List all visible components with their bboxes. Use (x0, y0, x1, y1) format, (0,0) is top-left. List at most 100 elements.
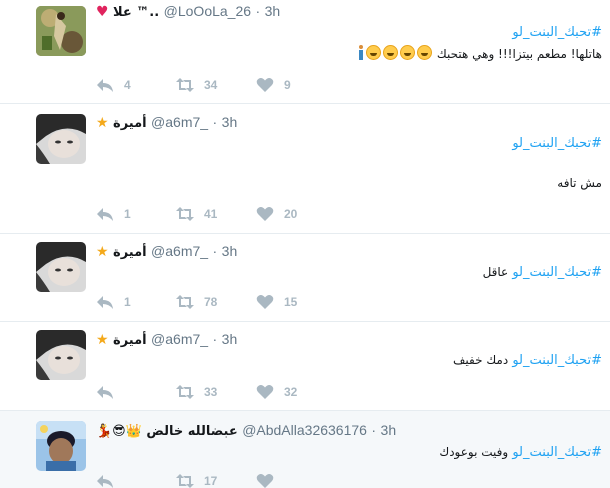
emoji-stickers: 💃😎👑 (96, 424, 142, 439)
reply-button[interactable]: 1 (96, 294, 131, 310)
reply-button[interactable] (96, 473, 124, 488)
laughing-emoji-icon (400, 45, 416, 60)
user-handle[interactable]: @AbdAlla32636176 (242, 422, 367, 438)
avatar-image (36, 421, 86, 471)
tweet-text: مش تافه (557, 176, 602, 190)
avatar[interactable] (36, 6, 86, 56)
retweet-button[interactable]: 78 (176, 294, 217, 310)
tweet-text-content: هاتلها! مطعم بيتزا!!! وهي هتحبك (436, 47, 602, 61)
reply-count: 1 (124, 207, 131, 221)
tweet-text-content: وفيت بوعودك (439, 445, 509, 459)
tweet-time[interactable]: 3h (222, 331, 238, 347)
user-handle[interactable]: @a6m7_ (151, 114, 208, 130)
reply-icon (97, 475, 113, 488)
avatar[interactable] (36, 242, 86, 292)
tweet-actions: 17 (96, 473, 326, 488)
reply-button[interactable] (96, 384, 124, 400)
hashtag-link[interactable]: #تحبك_البنت_لو (512, 265, 602, 280)
separator: · (212, 114, 218, 130)
hashtag-link[interactable]: #تحبك_البنت_لو (512, 136, 602, 151)
tweet-time[interactable]: 3h (222, 114, 238, 130)
walking-person-icon (357, 45, 365, 60)
tweet-text: #تحبك_البنت_لو دمك خفيف (453, 353, 602, 368)
like-count: 32 (284, 385, 298, 399)
retweet-icon (176, 78, 194, 92)
laughing-emoji-icon (366, 45, 382, 60)
heart-icon (256, 385, 274, 399)
tweet-header: ♥ علا ™.. @LoOoLa_26 · 3h (96, 3, 280, 20)
retweet-count: 17 (204, 474, 218, 488)
like-button[interactable]: 20 (256, 206, 297, 222)
tweet-text: #تحبك_البنت_لو وفيت بوعودك (439, 445, 602, 460)
user-name[interactable]: أميرة (113, 245, 147, 260)
like-button[interactable]: 15 (256, 294, 297, 310)
laughing-emoji-icon (417, 45, 433, 60)
user-name[interactable]: أميرة (113, 116, 147, 131)
star-icon: ★ (96, 115, 109, 131)
heart-icon: ♥ (96, 4, 109, 20)
user-handle[interactable]: @a6m7_ (151, 243, 208, 259)
tweet-time[interactable]: 3h (265, 3, 281, 19)
user-name[interactable]: عبضالله خالض (146, 424, 237, 439)
avatar-image (36, 330, 86, 380)
avatar-image (36, 6, 86, 56)
user-handle[interactable]: @a6m7_ (151, 331, 208, 347)
reply-count: 1 (124, 295, 131, 309)
tweet-actions: 4 34 9 (96, 77, 326, 93)
tweet-header: ★ أميرة @a6m7_ · 3h (96, 331, 237, 348)
like-count: 15 (284, 295, 298, 309)
retweet-button[interactable]: 34 (176, 77, 217, 93)
hashtag-link[interactable]: #تحبك_البنت_لو (512, 25, 602, 40)
retweet-button[interactable]: 33 (176, 384, 217, 400)
heart-icon (256, 207, 274, 221)
tweet-header: 💃😎👑 عبضالله خالض @AbdAlla32636176 · 3h (96, 422, 396, 439)
retweet-count: 34 (204, 78, 218, 92)
tweet-item[interactable]: ★ أميرة @a6m7_ · 3h #تحبك_البنت_لو دمك خ… (0, 322, 610, 411)
reply-button[interactable]: 4 (96, 77, 131, 93)
heart-icon (256, 78, 274, 92)
tweet-header: ★ أميرة @a6m7_ · 3h (96, 243, 237, 260)
tweet-item[interactable]: ♥ علا ™.. @LoOoLa_26 · 3h #تحبك_البنت_لو… (0, 0, 610, 104)
like-button[interactable] (256, 473, 284, 488)
tweet-text: هاتلها! مطعم بيتزا!!! وهي هتحبك (354, 45, 602, 61)
like-count: 9 (284, 78, 291, 92)
reply-button[interactable]: 1 (96, 206, 131, 222)
separator: · (255, 3, 261, 19)
tweet-item[interactable]: ★ أميرة @a6m7_ · 3h #تحبك_البنت_لو عاقل … (0, 234, 610, 322)
avatar[interactable] (36, 330, 86, 380)
separator: · (212, 243, 218, 259)
user-name[interactable]: علا ™.. (113, 5, 159, 20)
star-icon: ★ (96, 244, 109, 260)
retweet-count: 78 (204, 295, 218, 309)
laughing-emoji-icon (383, 45, 399, 60)
like-button[interactable]: 32 (256, 384, 297, 400)
avatar-image (36, 114, 86, 164)
like-button[interactable]: 9 (256, 77, 291, 93)
tweet-item[interactable]: ★ أميرة @a6m7_ · 3h #تحبك_البنت_لو مش تا… (0, 104, 610, 234)
reply-icon (97, 79, 113, 92)
user-handle[interactable]: @LoOoLa_26 (164, 3, 251, 19)
reply-count: 4 (124, 78, 131, 92)
hashtag-link[interactable]: #تحبك_البنت_لو (512, 353, 602, 368)
retweet-icon (176, 474, 194, 488)
tweet-text-content: عاقل (482, 265, 509, 279)
tweet-item[interactable]: 💃😎👑 عبضالله خالض @AbdAlla32636176 · 3h #… (0, 411, 610, 488)
retweet-count: 41 (204, 207, 218, 221)
tweet-time[interactable]: 3h (222, 243, 238, 259)
avatar[interactable] (36, 114, 86, 164)
retweet-button[interactable]: 17 (176, 473, 217, 488)
user-name[interactable]: أميرة (113, 333, 147, 348)
tweet-time[interactable]: 3h (381, 422, 397, 438)
avatar[interactable] (36, 421, 86, 471)
star-icon: ★ (96, 332, 109, 348)
tweet-actions: 33 32 (96, 384, 326, 400)
reply-icon (97, 208, 113, 221)
hashtag-link[interactable]: #تحبك_البنت_لو (512, 445, 602, 460)
retweet-icon (176, 385, 194, 399)
retweet-button[interactable]: 41 (176, 206, 217, 222)
heart-icon (256, 474, 274, 488)
tweet-header: ★ أميرة @a6m7_ · 3h (96, 114, 237, 131)
retweet-icon (176, 295, 194, 309)
like-count: 20 (284, 207, 298, 221)
tweet-actions: 1 78 15 (96, 294, 326, 310)
